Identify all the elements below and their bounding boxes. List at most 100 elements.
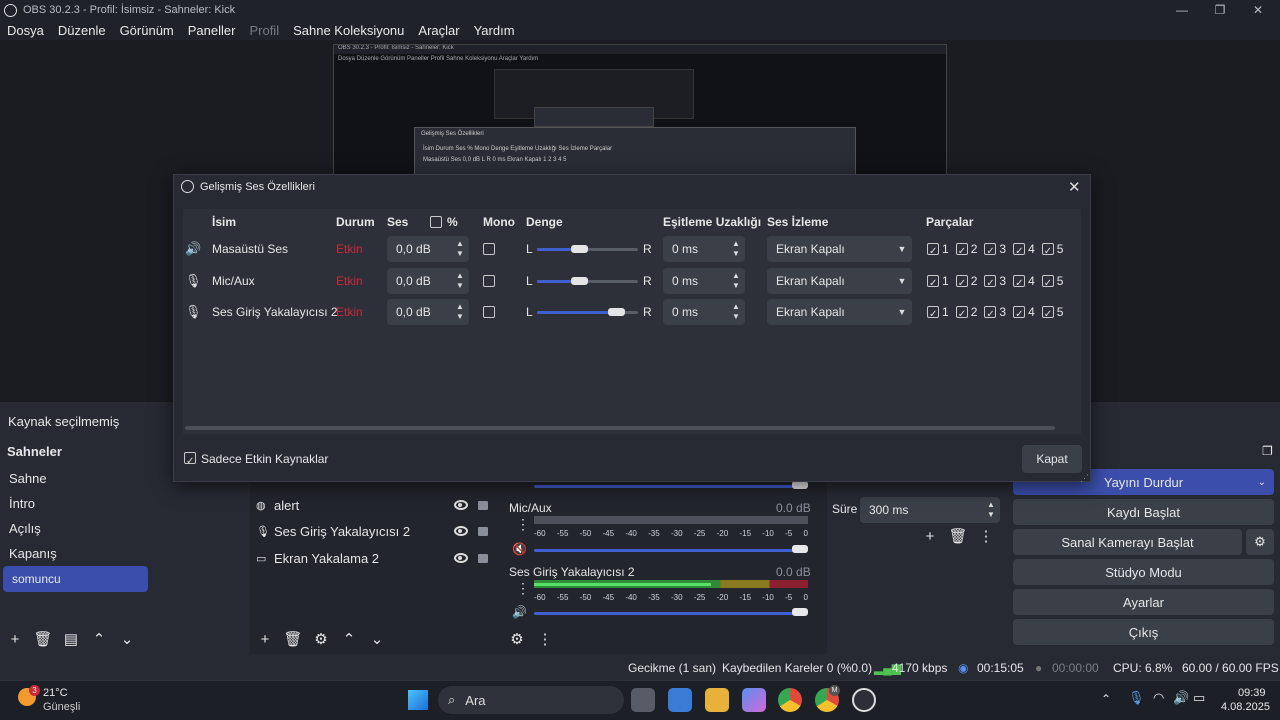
exit-button[interactable]: Çıkış [1013, 619, 1274, 645]
settings-button[interactable]: Ayarlar [1013, 589, 1274, 615]
menu-view[interactable]: Görünüm [113, 23, 181, 38]
dialog-close-icon[interactable]: ✕ [1068, 178, 1081, 196]
volume-slider[interactable] [534, 549, 802, 552]
scene-filters-icon[interactable]: ▤ [60, 628, 82, 650]
track-checkbox[interactable] [955, 275, 968, 287]
spin-arrows-icon[interactable]: ▲ ▼ [451, 239, 469, 259]
move-down-icon[interactable]: ⌄ [366, 628, 388, 650]
scene-item[interactable]: Açılış [3, 516, 245, 540]
visibility-eye-icon[interactable] [454, 553, 468, 563]
add-source-icon[interactable]: + [254, 628, 276, 650]
monitoring-dropdown[interactable]: Ekran Kapalı ▼ [767, 268, 912, 294]
taskbar-search[interactable]: ⌕ Ara [438, 686, 624, 714]
mixer-menu-icon[interactable]: ⋮ [534, 628, 556, 650]
visibility-eye-icon[interactable] [454, 526, 468, 536]
more-options-icon[interactable]: ⋮ [516, 516, 530, 533]
menu-help[interactable]: Yardım [467, 23, 522, 38]
spin-arrows-icon[interactable]: ▲ ▼ [727, 239, 745, 259]
balance-knob[interactable] [571, 277, 589, 285]
horizontal-scrollbar[interactable] [185, 426, 1055, 430]
balance-knob[interactable] [607, 308, 625, 316]
sync-offset-spinbox[interactable]: 0 ms ▲ ▼ [663, 268, 745, 294]
task-view-icon[interactable] [631, 688, 655, 712]
visibility-eye-icon[interactable] [454, 500, 468, 510]
track-checkbox[interactable] [1041, 306, 1054, 318]
move-up-icon[interactable]: ⌃ [338, 628, 360, 650]
monitoring-dropdown[interactable]: Ekran Kapalı ▼ [767, 236, 912, 262]
mixer-settings-gear-icon[interactable]: ⚙ [506, 628, 528, 650]
store-icon[interactable] [668, 688, 692, 712]
menu-scene-collection[interactable]: Sahne Koleksiyonu [286, 23, 411, 38]
spin-arrows-icon[interactable]: ▲ ▼ [451, 271, 469, 291]
close-button[interactable]: Kapat [1022, 445, 1082, 473]
lock-icon[interactable] [478, 500, 488, 510]
track-checkbox[interactable] [1041, 243, 1054, 255]
track-checkbox[interactable] [1041, 275, 1054, 287]
virtual-camera-settings-gear-icon[interactable]: ⚙ [1246, 529, 1274, 555]
remove-scene-icon[interactable]: 🗑 [32, 628, 54, 650]
close-icon[interactable]: ✕ [1238, 0, 1278, 20]
lock-icon[interactable] [478, 553, 488, 563]
chrome-icon[interactable] [778, 688, 802, 712]
copilot-icon[interactable] [742, 688, 766, 712]
microphone-tray-icon[interactable]: 🎙 [1128, 690, 1145, 706]
volume-spinbox[interactable]: 0,0 dB ▲ ▼ [387, 268, 469, 294]
sync-offset-spinbox[interactable]: 0 ms ▲ ▼ [663, 236, 745, 262]
volume-slider[interactable] [534, 612, 802, 615]
track-checkbox[interactable] [1013, 243, 1026, 255]
duration-spinbox[interactable]: 300 ms ▲ ▼ [860, 497, 1000, 523]
track-checkbox[interactable] [927, 275, 939, 287]
battery-icon[interactable]: ▭ [1193, 690, 1205, 706]
minimize-icon[interactable]: — [1162, 0, 1202, 20]
spin-arrows-icon[interactable]: ▲ ▼ [727, 302, 745, 322]
resize-grip-icon[interactable]: ⋰ [1080, 473, 1089, 484]
studio-mode-button[interactable]: Stüdyo Modu [1013, 559, 1274, 585]
volume-knob[interactable] [792, 545, 808, 553]
volume-tray-icon[interactable]: 🔊 [1173, 690, 1189, 706]
menu-edit[interactable]: Düzenle [51, 23, 113, 38]
track-checkbox[interactable] [955, 306, 968, 318]
transition-menu-icon[interactable]: ⋮ [975, 525, 997, 547]
spin-arrows-icon[interactable]: ▲ ▼ [982, 500, 1000, 520]
source-properties-gear-icon[interactable]: ⚙ [310, 628, 332, 650]
file-explorer-icon[interactable] [705, 688, 729, 712]
track-checkbox[interactable] [984, 275, 997, 287]
obs-taskbar-icon[interactable] [852, 688, 876, 712]
add-scene-icon[interactable]: + [4, 628, 26, 650]
monitoring-dropdown[interactable]: Ekran Kapalı ▼ [767, 299, 912, 325]
remove-transition-icon[interactable]: 🗑 [947, 525, 969, 547]
track-checkbox[interactable] [927, 306, 939, 318]
maximize-icon[interactable]: ❐ [1200, 0, 1240, 20]
move-up-icon[interactable]: ⌃ [88, 628, 110, 650]
wifi-icon[interactable]: ◠ [1153, 690, 1164, 706]
track-checkbox[interactable] [927, 243, 939, 255]
lock-icon[interactable] [478, 526, 488, 536]
mono-checkbox[interactable] [483, 275, 495, 287]
scene-item[interactable]: İntro [3, 491, 245, 515]
volume-slider[interactable] [534, 485, 802, 488]
track-checkbox[interactable] [955, 243, 968, 255]
chevron-up-icon[interactable]: ⌃ [1101, 692, 1111, 706]
more-options-icon[interactable]: ⋮ [516, 580, 530, 597]
balance-knob[interactable] [571, 245, 589, 253]
source-row[interactable]: ◍ alert [256, 493, 496, 517]
windows-start-icon[interactable] [408, 690, 428, 710]
menu-docks[interactable]: Paneller [181, 23, 243, 38]
move-down-icon[interactable]: ⌄ [116, 628, 138, 650]
mono-checkbox[interactable] [483, 306, 495, 318]
scene-item-selected[interactable]: somuncu [3, 566, 148, 592]
scene-item[interactable]: Kapanış [3, 541, 245, 565]
menu-tools[interactable]: Araçlar [411, 23, 466, 38]
track-checkbox[interactable] [984, 306, 997, 318]
percent-checkbox[interactable] [430, 216, 442, 228]
undock-icon[interactable]: ❐ [1262, 444, 1273, 458]
mono-checkbox[interactable] [483, 243, 495, 255]
virtual-camera-button[interactable]: Sanal Kamerayı Başlat [1013, 529, 1242, 555]
track-checkbox[interactable] [984, 243, 997, 255]
menu-profile[interactable]: Profil [242, 23, 286, 38]
remove-source-icon[interactable]: 🗑 [282, 628, 304, 650]
source-row[interactable]: ▭ Ekran Yakalama 2 [256, 546, 496, 570]
spin-arrows-icon[interactable]: ▲ ▼ [727, 271, 745, 291]
muted-speaker-icon[interactable]: 🔇 [512, 542, 528, 556]
volume-spinbox[interactable]: 0,0 dB ▲ ▼ [387, 299, 469, 325]
